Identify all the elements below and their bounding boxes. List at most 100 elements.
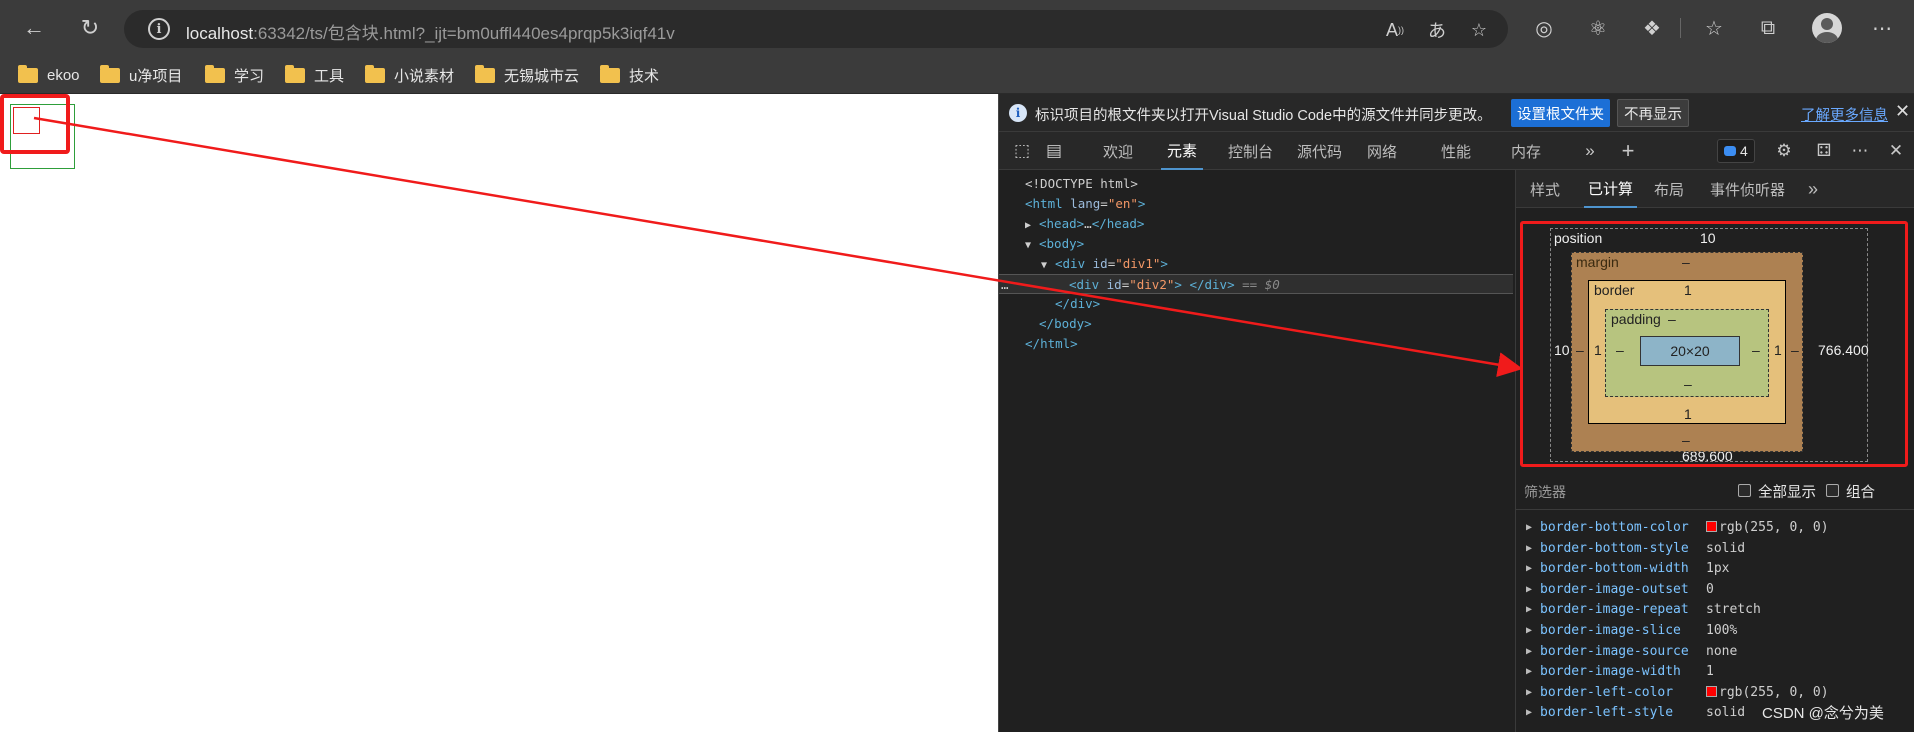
set-root-folder-button[interactable]: 设置根文件夹: [1511, 99, 1610, 127]
inspect-element-icon[interactable]: ⬚: [1009, 140, 1035, 162]
expand-triangle-icon[interactable]: ▶: [1025, 216, 1039, 236]
bookmark-folder[interactable]: 小说素材: [365, 62, 454, 88]
bookmark-folder[interactable]: ekoo: [18, 62, 80, 88]
box-content[interactable]: 20×20: [1640, 336, 1740, 366]
back-arrow-icon[interactable]: ←: [16, 12, 52, 44]
read-aloud-icon[interactable]: A)): [1382, 18, 1408, 42]
group-label: 组合: [1846, 485, 1875, 501]
computed-property-row[interactable]: ▶ border-bottom-style solid: [1516, 539, 1914, 559]
div-tag: div: [1062, 256, 1086, 271]
more-subtabs-icon[interactable]: »: [1808, 170, 1818, 208]
tab-console[interactable]: 控制台: [1228, 132, 1273, 170]
tab-elements[interactable]: 元素: [1161, 132, 1204, 170]
bookmark-folder[interactable]: 无锡城市云: [475, 62, 579, 88]
row-ellipsis[interactable]: …: [1001, 275, 1009, 295]
expand-triangle-icon[interactable]: ▶: [1526, 600, 1532, 620]
close-devtools-icon[interactable]: ✕: [1883, 140, 1909, 162]
tab-memory[interactable]: 内存: [1511, 132, 1541, 170]
computed-property-row[interactable]: ▶ border-image-repeat stretch: [1516, 600, 1914, 620]
folder-icon: [18, 64, 38, 83]
translate-icon[interactable]: あ: [1424, 18, 1450, 42]
subtab-styles[interactable]: 样式: [1530, 170, 1560, 208]
collections-icon[interactable]: ⧉: [1750, 12, 1786, 44]
computed-property-row[interactable]: ▶ border-bottom-width 1px: [1516, 559, 1914, 579]
add-tab-icon[interactable]: +: [1615, 138, 1641, 163]
html-tag: html: [1032, 196, 1063, 211]
expand-triangle-icon[interactable]: ▶: [1526, 559, 1532, 579]
learn-more-link[interactable]: 了解更多信息: [1801, 104, 1888, 125]
user-feedback-icon[interactable]: ⚃: [1811, 140, 1837, 162]
tab-welcome[interactable]: 欢迎: [1103, 132, 1133, 170]
bookmark-folder[interactable]: u净项目: [100, 62, 182, 88]
tree-line-body[interactable]: ▼ <body>: [999, 234, 1513, 254]
collapse-triangle-icon[interactable]: ▼: [1041, 256, 1055, 276]
more-menu-icon[interactable]: ⋯: [1864, 12, 1900, 44]
tree-line-body-close[interactable]: </body>: [999, 314, 1513, 334]
tree-line-div1[interactable]: ▼ <div id="div1">: [999, 254, 1513, 274]
add-favorite-icon[interactable]: ☆: [1466, 18, 1492, 42]
tree-line-div2-selected[interactable]: … <div id="div2"> </div> == $0: [999, 274, 1513, 294]
attr-name: lang: [1070, 196, 1101, 211]
tree-line-doctype[interactable]: <!DOCTYPE html>: [999, 174, 1513, 194]
more-options-icon[interactable]: ⋯: [1847, 140, 1873, 162]
profile-avatar[interactable]: [1812, 13, 1842, 43]
expand-triangle-icon[interactable]: ▶: [1526, 662, 1532, 682]
extensions-icon[interactable]: ❖: [1634, 12, 1670, 44]
expand-triangle-icon[interactable]: ▶: [1526, 621, 1532, 641]
subtab-computed[interactable]: 已计算: [1584, 170, 1638, 208]
expand-triangle-icon[interactable]: ▶: [1526, 703, 1532, 723]
border-top: 1: [1684, 282, 1692, 298]
tree-line-div1-close[interactable]: </div>: [999, 294, 1513, 314]
expand-triangle-icon[interactable]: ▶: [1526, 518, 1532, 538]
expand-triangle-icon[interactable]: ▶: [1526, 580, 1532, 600]
expand-triangle-icon[interactable]: ▶: [1526, 539, 1532, 559]
property-value-text: rgb(255, 0, 0): [1719, 684, 1829, 700]
computed-property-row[interactable]: ▶ border-bottom-color rgb(255, 0, 0): [1516, 518, 1914, 538]
tree-line-html-close[interactable]: </html>: [999, 334, 1513, 354]
head-close-tag: head: [1106, 216, 1137, 231]
expand-triangle-icon[interactable]: ▶: [1526, 642, 1532, 662]
position-right: 766.400: [1818, 342, 1869, 358]
dont-show-again-button[interactable]: 不再显示: [1617, 99, 1689, 127]
show-all-checkbox[interactable]: [1738, 484, 1751, 497]
bookmark-folder[interactable]: 工具: [285, 62, 344, 88]
device-toolbar-icon[interactable]: ▤: [1041, 140, 1067, 162]
url-text[interactable]: localhost:63342/ts/包含块.html?_ijt=bm0uffl…: [186, 19, 675, 44]
address-bar[interactable]: i localhost:63342/ts/包含块.html?_ijt=bm0uf…: [124, 10, 1508, 48]
more-tabs-icon[interactable]: »: [1577, 140, 1603, 162]
tree-line-html[interactable]: <html lang="en">: [999, 194, 1513, 214]
refresh-icon[interactable]: ↻: [72, 12, 108, 44]
margin-left: –: [1576, 342, 1584, 358]
tab-performance[interactable]: 性能: [1441, 132, 1471, 170]
computed-property-row[interactable]: ▶ border-image-source none: [1516, 642, 1914, 662]
subtab-event-listeners[interactable]: 事件侦听器: [1710, 170, 1785, 208]
page-viewport: [0, 94, 998, 732]
issues-count: 4: [1740, 143, 1748, 159]
computed-property-row[interactable]: ▶ border-image-outset 0: [1516, 580, 1914, 600]
color-swatch[interactable]: [1706, 521, 1717, 532]
expand-triangle-icon[interactable]: ▶: [1526, 683, 1532, 703]
bookmark-folder[interactable]: 技术: [600, 62, 659, 88]
subtab-layout[interactable]: 布局: [1654, 170, 1684, 208]
browser-toolbar: ← ↻ i localhost:63342/ts/包含块.html?_ijt=b…: [0, 0, 1914, 56]
issues-counter[interactable]: 4: [1717, 139, 1755, 163]
bookmark-folder[interactable]: 学习: [205, 62, 264, 88]
settings-gear-icon[interactable]: ⚙: [1771, 140, 1797, 162]
group-checkbox[interactable]: [1826, 484, 1839, 497]
tracking-icon[interactable]: ◎: [1526, 12, 1562, 44]
tab-network[interactable]: 网络: [1367, 132, 1397, 170]
color-swatch[interactable]: [1706, 685, 1717, 697]
tree-line-head[interactable]: ▶ <head>…</head>: [999, 214, 1513, 234]
site-info-icon[interactable]: i: [148, 18, 170, 40]
computed-property-row[interactable]: ▶ border-image-slice 100%: [1516, 621, 1914, 641]
collapse-triangle-icon[interactable]: ▼: [1025, 236, 1039, 256]
filter-input[interactable]: 筛选器: [1524, 482, 1566, 502]
computed-property-row[interactable]: ▶ border-left-color rgb(255, 0, 0): [1516, 683, 1914, 703]
react-devtools-icon[interactable]: ⚛: [1580, 12, 1616, 44]
close-icon[interactable]: ✕: [1895, 101, 1910, 122]
border-right: 1: [1774, 342, 1782, 358]
computed-property-row[interactable]: ▶ border-image-width 1: [1516, 662, 1914, 682]
tab-sources[interactable]: 源代码: [1297, 132, 1342, 170]
favorites-icon[interactable]: ☆: [1696, 12, 1732, 44]
div-close-tag: div: [1070, 296, 1093, 311]
